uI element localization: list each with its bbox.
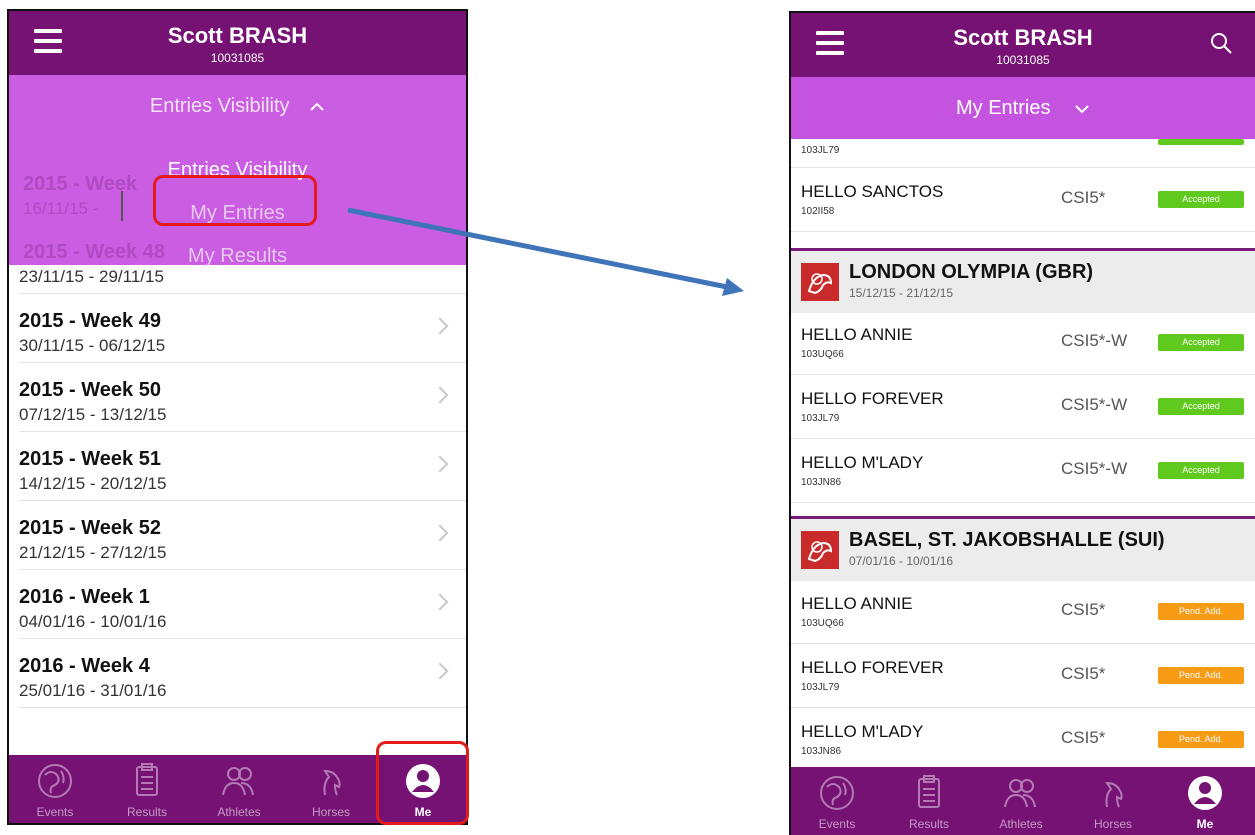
- entry-class: CSI5*-W: [1061, 331, 1128, 350]
- horse-name: HELLO M'LADY: [801, 722, 924, 741]
- entry-class: CSI5*: [1061, 600, 1106, 619]
- person-circle-icon: [1188, 776, 1222, 810]
- status-badge: [1158, 139, 1244, 145]
- horse-name: HELLO ANNIE: [801, 594, 913, 613]
- list-item[interactable]: HELLO FOREVER 103JL79 CSI5* Pend. Add.: [791, 644, 1255, 708]
- right-phone-screen: Scott BRASH 10031085 My Entries 103JL79 …: [789, 11, 1255, 835]
- event-name: LONDON OLYMPIA (GBR): [849, 261, 1094, 283]
- event-logo-icon: [801, 263, 839, 301]
- status-badge: Accepted: [1158, 398, 1244, 415]
- chevron-down-icon: [1075, 105, 1089, 114]
- people-icon: [1004, 779, 1036, 808]
- horse-id: 103JL79: [801, 682, 840, 693]
- entry-class: CSI5*: [1061, 188, 1106, 207]
- event-dates: 07/01/16 - 10/01/16: [849, 554, 954, 568]
- event-header[interactable]: BASEL, ST. JAKOBSHALLE (SUI) 07/01/16 - …: [791, 516, 1255, 581]
- tab-label: Horses: [1093, 817, 1132, 831]
- horse-id: 103JN86: [801, 477, 842, 488]
- globe-icon: [820, 776, 854, 810]
- horse-id: 103JL79: [801, 413, 840, 424]
- horse-name: HELLO ANNIE: [801, 325, 913, 344]
- horse-name: HELLO M'LADY: [801, 453, 924, 472]
- list-item[interactable]: HELLO ANNIE 103UQ66 CSI5*-W Accepted: [791, 311, 1255, 375]
- tab-results[interactable]: Results: [883, 767, 975, 835]
- app-header: Scott BRASH 10031085: [791, 13, 1255, 77]
- horse-id: 103JN86: [801, 746, 842, 757]
- entry-class: CSI5*-W: [1061, 459, 1128, 478]
- event-dates: 15/12/15 - 21/12/15: [849, 286, 954, 300]
- list-item[interactable]: HELLO ANNIE 103UQ66 CSI5* Pend. Add.: [791, 580, 1255, 644]
- entry-class: CSI5*: [1061, 728, 1106, 747]
- tab-bar: Events Results Athletes Horses Me: [791, 767, 1255, 835]
- my-entries-dropdown[interactable]: My Entries: [791, 77, 1255, 139]
- list-item[interactable]: 103JL79: [791, 139, 1255, 168]
- horse-name: HELLO FOREVER: [801, 389, 944, 408]
- status-badge: Accepted: [1158, 334, 1244, 351]
- status-badge: Accepted: [1158, 191, 1244, 208]
- clipboard-icon: [918, 775, 940, 808]
- event-logo-icon: [801, 531, 839, 569]
- status-badge: Pend. Add.: [1158, 667, 1244, 684]
- user-name: Scott BRASH: [953, 25, 1093, 50]
- event-name: BASEL, ST. JAKOBSHALLE (SUI): [849, 529, 1165, 551]
- tab-athletes[interactable]: Athletes: [975, 767, 1067, 835]
- dropdown-label: My Entries: [955, 97, 1051, 119]
- list-item[interactable]: HELLO M'LADY 103JN86 CSI5*-W Accepted: [791, 439, 1255, 503]
- horse-head-icon: [1105, 781, 1123, 808]
- horse-id: 102II58: [801, 206, 835, 217]
- status-badge: Accepted: [1158, 462, 1244, 479]
- search-icon[interactable]: [1209, 31, 1233, 55]
- entry-class: CSI5*-W: [1061, 395, 1128, 414]
- status-badge: Pend. Add.: [1158, 731, 1244, 748]
- list-item[interactable]: HELLO FOREVER 103JL79 CSI5*-W Accepted: [791, 375, 1255, 439]
- event-header[interactable]: LONDON OLYMPIA (GBR) 15/12/15 - 21/12/15: [791, 248, 1255, 313]
- tab-me[interactable]: Me: [1159, 767, 1251, 835]
- horse-id: 103UQ66: [801, 618, 844, 629]
- tab-label: Athletes: [999, 817, 1043, 831]
- list-item[interactable]: HELLO M'LADY 103JN86 CSI5* Pend. Add.: [791, 708, 1255, 772]
- tab-label: Results: [908, 817, 949, 831]
- status-badge: Pend. Add.: [1158, 603, 1244, 620]
- tab-label: Events: [818, 817, 856, 831]
- horse-name: HELLO FOREVER: [801, 658, 944, 677]
- user-id: 10031085: [996, 53, 1050, 67]
- tab-events[interactable]: Events: [791, 767, 883, 835]
- tab-horses[interactable]: Horses: [1067, 767, 1159, 835]
- tab-label: Me: [1196, 817, 1214, 831]
- horse-name: HELLO SANCTOS: [801, 182, 944, 201]
- horse-id: 103JL79: [801, 145, 840, 156]
- horse-id: 103UQ66: [801, 349, 844, 360]
- entry-class: CSI5*: [1061, 664, 1106, 683]
- list-item[interactable]: HELLO SANCTOS 102II58 CSI5* Accepted: [791, 168, 1255, 232]
